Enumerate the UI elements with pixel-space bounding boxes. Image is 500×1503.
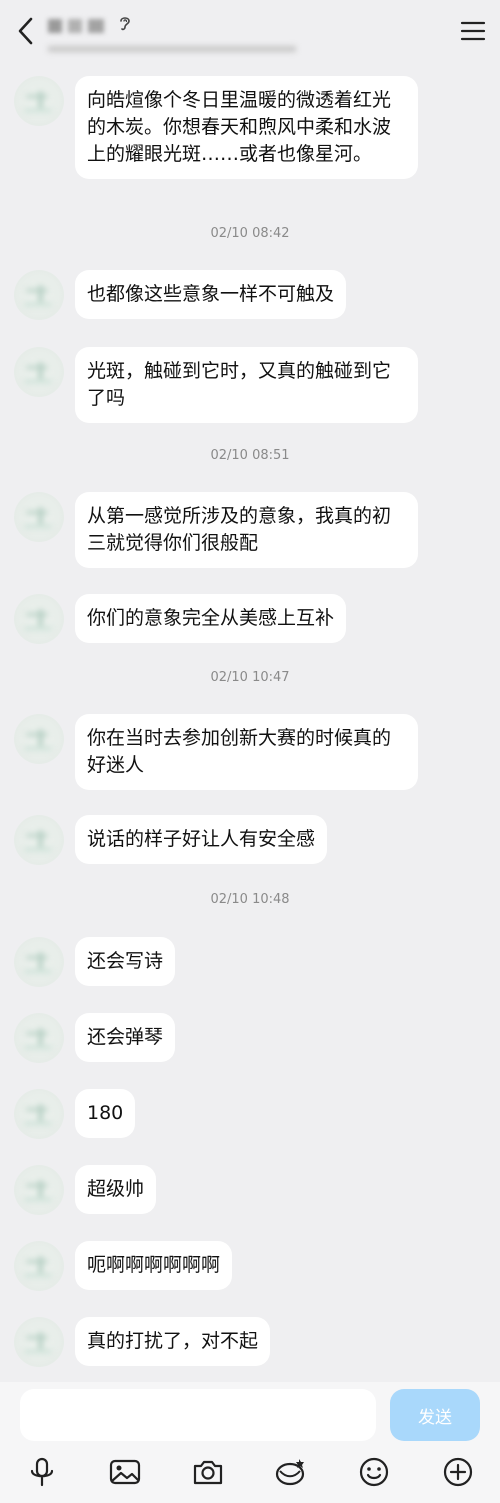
message-bubble[interactable]: 也都像这些意象一样不可触及 xyxy=(75,270,347,319)
message-bubble[interactable]: 还会弹琴 xyxy=(75,1013,176,1062)
input-toolbar xyxy=(0,1442,500,1503)
avatar[interactable] xyxy=(14,270,64,320)
blurred-name-redaction xyxy=(48,19,104,33)
message-list[interactable]: 向皓煊像个冬日里温暖的微透着红光的木炭。你想春天和煦风中柔和水波上的耀眼光斑……… xyxy=(0,62,500,1382)
avatar[interactable] xyxy=(14,1241,64,1291)
timestamp: 02/10 08:42 xyxy=(210,226,290,241)
photo-button[interactable] xyxy=(107,1454,143,1490)
message-bubble[interactable]: 从第一感觉所涉及的意象，我真的初三就觉得你们很般配 xyxy=(75,492,418,568)
emoji-icon xyxy=(359,1457,389,1487)
avatar[interactable] xyxy=(14,347,64,397)
chevron-left-icon xyxy=(18,17,33,45)
message-bubble[interactable]: 还会写诗 xyxy=(75,937,176,986)
gift-sticker-button[interactable] xyxy=(273,1454,309,1490)
contact-status xyxy=(48,42,296,56)
voice-button[interactable] xyxy=(24,1454,60,1490)
avatar[interactable] xyxy=(14,937,64,987)
message-bubble[interactable]: 向皓煊像个冬日里温暖的微透着红光的木炭。你想春天和煦风中柔和水波上的耀眼光斑……… xyxy=(75,76,418,179)
earpiece-mode-icon[interactable] xyxy=(117,14,133,32)
avatar[interactable] xyxy=(14,714,64,764)
more-actions-button[interactable] xyxy=(440,1454,476,1490)
message-input[interactable] xyxy=(20,1389,376,1441)
camera-icon xyxy=(193,1460,223,1485)
more-menu-button[interactable] xyxy=(458,16,488,46)
message-bubble[interactable]: 呃啊啊啊啊啊啊 xyxy=(75,1241,233,1290)
ear-icon xyxy=(120,17,130,31)
composer: 发送 xyxy=(0,1382,500,1442)
emoji-button[interactable] xyxy=(356,1454,392,1490)
avatar[interactable] xyxy=(14,1089,64,1139)
message-bubble[interactable]: 说话的样子好让人有安全感 xyxy=(75,815,328,864)
message-bubble[interactable]: 180 xyxy=(75,1089,136,1138)
back-button[interactable] xyxy=(12,14,42,48)
avatar[interactable] xyxy=(14,815,64,865)
red-packet-icon xyxy=(275,1459,305,1486)
timestamp: 02/10 10:47 xyxy=(210,670,290,685)
timestamp: 02/10 10:48 xyxy=(210,892,290,907)
plus-icon xyxy=(443,1457,473,1487)
contact-name[interactable] xyxy=(48,14,110,36)
message-bubble[interactable]: 超级帅 xyxy=(75,1165,157,1214)
message-bubble[interactable]: 你在当时去参加创新大赛的时候真的好迷人 xyxy=(75,714,418,790)
avatar[interactable] xyxy=(14,1317,64,1367)
hamburger-menu-icon xyxy=(460,21,486,41)
message-bubble[interactable]: 光斑，触碰到它时，又真的触碰到它了吗 xyxy=(75,347,418,423)
avatar[interactable] xyxy=(14,1013,64,1063)
camera-button[interactable] xyxy=(190,1454,226,1490)
timestamp: 02/10 08:51 xyxy=(210,448,290,463)
avatar[interactable] xyxy=(14,492,64,542)
avatar[interactable] xyxy=(14,594,64,644)
blurred-status-redaction xyxy=(48,46,296,52)
message-bubble[interactable]: 你们的意象完全从美感上互补 xyxy=(75,594,347,643)
microphone-icon xyxy=(30,1457,54,1487)
avatar[interactable] xyxy=(14,1165,64,1215)
avatar[interactable] xyxy=(14,76,64,126)
chat-header xyxy=(0,0,500,62)
send-button[interactable]: 发送 xyxy=(390,1389,480,1441)
message-bubble[interactable]: 真的打扰了，对不起 xyxy=(75,1317,271,1366)
image-icon xyxy=(109,1459,141,1485)
